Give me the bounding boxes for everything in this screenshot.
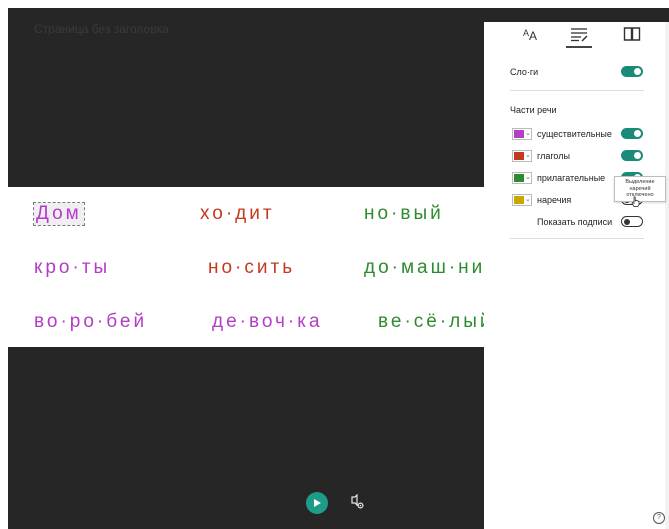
adverb-color-swatch [514, 196, 524, 204]
word-vorobei[interactable]: во·ро·бей [34, 311, 147, 333]
word-domashnie[interactable]: до·маш·ни [364, 257, 484, 279]
page-title: Страница без заголовка [34, 22, 169, 36]
tooltip-line: отключено [626, 192, 654, 198]
parts-of-speech-title: Части речи [510, 105, 557, 115]
play-button[interactable] [306, 492, 328, 514]
top-strip [0, 0, 669, 8]
syllables-toggle[interactable] [621, 66, 643, 77]
chevron-down-icon: ⌄ [525, 196, 531, 203]
verb-label: глаголы [537, 151, 570, 161]
verb-color-swatch [514, 152, 524, 160]
word-devochka[interactable]: де·воч·ка [212, 311, 323, 333]
adverb-label: наречия [537, 195, 572, 205]
verb-toggle[interactable] [621, 150, 643, 161]
word-kroty[interactable]: кро·ты [34, 257, 110, 279]
preferences-panel: A A Сло·ги Части речи ⌄ существительные … [484, 22, 669, 529]
word-veselyi[interactable]: ве·сё·лый [378, 311, 484, 333]
verb-color-picker[interactable]: ⌄ [512, 150, 532, 162]
show-labels-label: Показать подписи [537, 217, 613, 227]
chevron-down-icon: ⌄ [525, 130, 531, 137]
word-dom[interactable]: Дом [33, 202, 85, 226]
adverb-toggle-tooltip: Выделение наречий отключено [614, 176, 666, 202]
word-novyi[interactable]: но·вый [364, 203, 444, 225]
tab-reading-preferences[interactable] [620, 24, 644, 44]
svg-text:A: A [529, 29, 537, 42]
play-icon [314, 499, 321, 507]
voice-settings-icon[interactable] [349, 494, 365, 510]
adjective-color-swatch [514, 174, 524, 182]
reader-text-area: Дом хо·дит но·вый кро·ты но·сить до·маш·… [8, 187, 484, 347]
chevron-down-icon: ⌄ [525, 152, 531, 159]
active-tab-indicator [566, 46, 592, 48]
text-size-icon: A A [523, 28, 537, 42]
noun-color-picker[interactable]: ⌄ [512, 128, 532, 140]
show-labels-toggle[interactable] [621, 216, 643, 227]
word-nosit[interactable]: но·сить [208, 257, 295, 279]
noun-label: существительные [537, 129, 612, 139]
syllables-label: Сло·ги [510, 67, 539, 77]
tab-text-options[interactable]: A A [518, 24, 542, 44]
chevron-down-icon: ⌄ [525, 174, 531, 181]
divider [510, 238, 644, 239]
panel-tabs: A A [484, 22, 669, 48]
panel-scrollbar[interactable] [665, 22, 669, 529]
noun-toggle[interactable] [621, 128, 643, 139]
adjective-label: прилагательные [537, 173, 606, 183]
word-khodit[interactable]: хо·дит [200, 203, 275, 225]
noun-color-swatch [514, 130, 524, 138]
hand-cursor-icon [631, 196, 640, 207]
adjective-color-picker[interactable]: ⌄ [512, 172, 532, 184]
tab-grammar-options[interactable] [567, 24, 591, 44]
book-icon [623, 27, 641, 41]
adverb-color-picker[interactable]: ⌄ [512, 194, 532, 206]
grammar-icon [571, 28, 588, 42]
divider [510, 90, 644, 91]
help-icon[interactable]: ? [653, 512, 665, 524]
